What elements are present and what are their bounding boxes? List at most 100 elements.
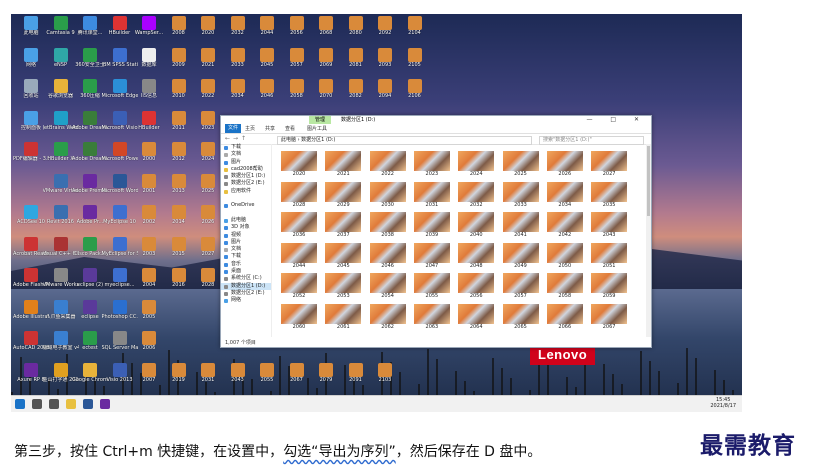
file-thumbnail[interactable]: 2024 (458, 151, 495, 178)
premiere-icon[interactable] (100, 399, 110, 409)
image-preview (591, 151, 628, 171)
image-preview (369, 181, 406, 202)
file-name: 2058 (558, 293, 572, 299)
file-thumbnail[interactable]: 2032 (458, 181, 495, 209)
ribbon-tab[interactable]: 共享 (265, 125, 275, 132)
app-icon (348, 47, 363, 62)
file-thumbnail[interactable]: 2040 (458, 212, 495, 239)
file-thumbnail[interactable]: 2020 (281, 151, 317, 178)
app-icon (142, 79, 156, 93)
nav-item[interactable]: OneDrive (221, 202, 271, 209)
file-thumbnail[interactable]: 2026 (546, 151, 583, 178)
file-thumbnail[interactable]: 2063 (413, 303, 450, 331)
file-thumbnail[interactable]: 2066 (546, 303, 583, 331)
file-thumbnail[interactable]: 2058 (546, 273, 583, 300)
nav-item[interactable]: 系统分区 (C:) (221, 275, 271, 282)
search-input[interactable]: 搜索"数据分区1 (D:)" (539, 136, 644, 145)
file-thumbnail[interactable]: 2036 (281, 212, 317, 239)
file-thumbnail[interactable]: 2048 (458, 242, 495, 270)
file-thumbnail[interactable]: 2030 (369, 181, 406, 209)
file-explorer-window[interactable]: 管理 数据分区1 (D:) — □ ✕ 文件 主页 共享 查看 图片工具 ←→↑ 此电脑… (220, 115, 652, 348)
ribbon-tab[interactable]: 文件 (225, 124, 242, 133)
nav-item[interactable]: 数据分区1 (D:) (221, 282, 271, 290)
file-thumbnail[interactable]: 2038 (369, 212, 406, 239)
nav-item[interactable]: 视频 (221, 232, 271, 239)
file-thumbnail[interactable]: 2045 (325, 242, 362, 270)
file-thumbnail[interactable]: 2029 (325, 181, 362, 209)
manage-tab[interactable]: 管理 (309, 116, 332, 124)
file-thumbnail[interactable]: 2055 (413, 273, 450, 300)
nav-item[interactable]: 文档 (221, 151, 271, 158)
file-thumbnail[interactable]: 2021 (325, 151, 362, 178)
file-thumbnail[interactable]: 2023 (413, 151, 450, 178)
file-thumbnail[interactable]: 2022 (369, 151, 406, 178)
desktop-icon[interactable]: 2103 (367, 362, 403, 383)
file-thumbnail[interactable]: 2049 (502, 242, 539, 270)
title-bar[interactable]: 管理 数据分区1 (D:) — □ ✕ (221, 116, 651, 124)
scrollbar-thumb[interactable] (647, 146, 650, 216)
nav-item[interactable]: 数据分区2 (E:) (221, 180, 271, 187)
watermark: 最需教育 (700, 432, 796, 459)
clock[interactable]: 15:45 2021/8/17 (710, 397, 736, 409)
file-thumbnail[interactable]: 2042 (546, 212, 583, 239)
file-thumbnail[interactable]: 2054 (369, 273, 406, 300)
file-thumbnail[interactable]: 2044 (281, 242, 317, 270)
nav-item[interactable]: 应用软件 (221, 188, 271, 195)
task-view-icon[interactable] (49, 399, 59, 409)
file-thumbnail[interactable]: 2062 (369, 303, 406, 331)
nav-item[interactable]: 下载 (221, 253, 271, 260)
file-thumbnail[interactable]: 2039 (413, 212, 450, 239)
desktop-icon[interactable]: 2005 (131, 299, 167, 320)
file-thumbnail[interactable]: 2043 (591, 212, 628, 239)
file-thumbnail[interactable]: 2053 (325, 273, 362, 300)
file-thumbnail[interactable]: 2027 (591, 151, 628, 178)
file-thumbnail[interactable]: 2037 (325, 212, 362, 239)
address-input[interactable]: 此电脑 › 数据分区1 (D:) (277, 136, 532, 145)
file-thumbnail[interactable]: 2050 (546, 242, 583, 270)
file-thumbnail[interactable]: 2064 (458, 303, 495, 331)
app-icon (24, 79, 38, 93)
file-thumbnail[interactable]: 2028 (281, 181, 317, 209)
file-thumbnail[interactable]: 2051 (591, 242, 628, 270)
nav-item[interactable]: 图片 (221, 239, 271, 246)
nav-item[interactable]: 下载 (221, 144, 271, 151)
search-icon[interactable] (32, 399, 42, 409)
nav-item[interactable]: 图片 (221, 159, 271, 166)
file-thumbnail[interactable]: 2065 (502, 303, 539, 331)
desktop-icon[interactable]: 2106 (397, 79, 433, 99)
file-thumbnail[interactable]: 2056 (458, 273, 495, 300)
file-thumbnail[interactable]: 2061 (325, 303, 362, 331)
file-thumbnail[interactable]: 2047 (413, 242, 450, 270)
file-thumbnail[interactable]: 2035 (591, 181, 628, 209)
vertical-scrollbar[interactable] (646, 144, 651, 337)
ribbon-tab[interactable]: 查看 (285, 125, 295, 132)
file-thumbnail[interactable]: 2046 (369, 242, 406, 270)
explorer-icon[interactable] (66, 399, 76, 409)
image-preview (502, 181, 539, 202)
file-thumbnail[interactable]: 2067 (591, 303, 628, 331)
nav-item[interactable]: 数据分区2 (E:) (221, 290, 271, 297)
ribbon-tab[interactable]: 图片工具 (307, 125, 327, 132)
window-controls[interactable]: — □ ✕ (586, 116, 647, 123)
start-icon[interactable] (15, 399, 25, 409)
file-thumbnail[interactable]: 2034 (546, 181, 583, 209)
word-icon[interactable] (83, 399, 93, 409)
file-thumbnail[interactable]: 2052 (281, 273, 317, 300)
file-thumbnail[interactable]: 2041 (502, 212, 539, 239)
app-icon (112, 79, 127, 93)
desktop-icon[interactable]: 2006 (131, 331, 167, 351)
nav-item[interactable]: 文档 (221, 246, 271, 253)
nav-item[interactable]: 网络 (221, 297, 271, 304)
file-thumbnail[interactable]: 2033 (502, 181, 539, 209)
desktop-icon[interactable]: 2105 (397, 47, 433, 68)
file-thumbnail[interactable]: 2060 (281, 303, 317, 331)
nav-item[interactable]: 3D 对象 (221, 224, 271, 231)
ribbon-tab[interactable]: 主页 (245, 125, 255, 132)
file-thumbnail[interactable]: 2031 (413, 181, 450, 209)
nav-item[interactable]: 音乐 (221, 261, 271, 268)
nav-arrows-icon[interactable]: ←→↑ (225, 135, 249, 142)
desktop-icon[interactable]: 2104 (397, 16, 433, 36)
file-thumbnail[interactable]: 2057 (502, 273, 539, 300)
file-thumbnail[interactable]: 2059 (591, 273, 628, 300)
file-thumbnail[interactable]: 2025 (502, 151, 539, 178)
